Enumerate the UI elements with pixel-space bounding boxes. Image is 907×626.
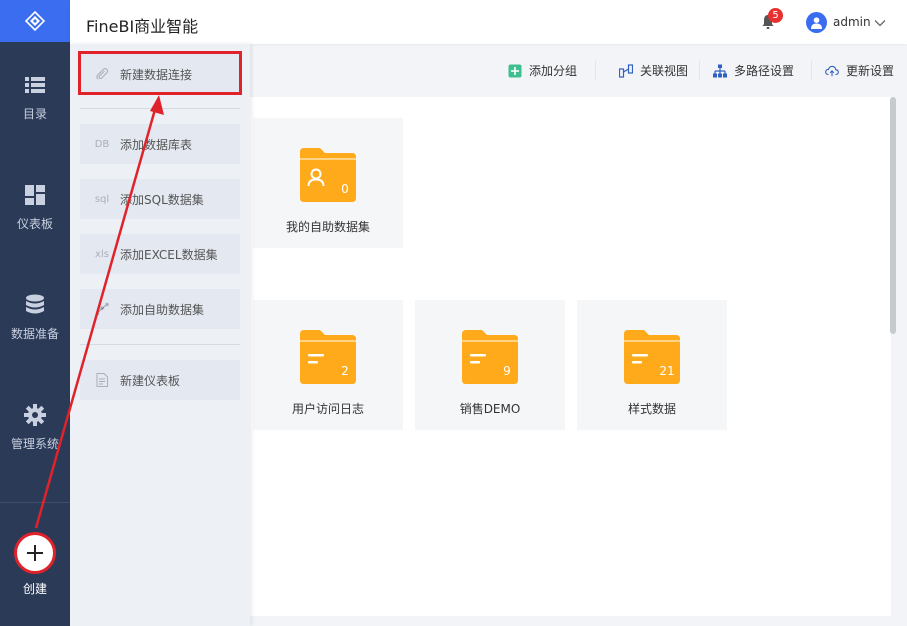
nav-item-admin[interactable]: 管理系统 — [0, 388, 70, 468]
toolbar-divider — [811, 60, 812, 80]
multipath-settings-label: 多路径设置 — [734, 64, 795, 78]
nav-item-dashboard[interactable]: 仪表板 — [0, 168, 70, 248]
folder-name: 样式数据 — [627, 402, 676, 416]
app-logo[interactable] — [0, 0, 70, 42]
folder-card-self-service[interactable]: 0 我的自助数据集 — [253, 118, 403, 248]
update-settings-button[interactable]: 更新设置 — [825, 62, 894, 79]
menu-item-new-dashboard[interactable]: 新建仪表板 — [80, 360, 240, 400]
self-service-icon — [92, 302, 112, 316]
relation-view-icon — [619, 63, 633, 78]
folder-icon: 9 — [462, 330, 518, 384]
sql-icon: sql — [94, 193, 110, 205]
menu-item-add-db-table[interactable]: DB 添加数据库表 — [80, 124, 240, 164]
nav-label-catalog: 目录 — [22, 107, 47, 121]
chevron-down-icon[interactable] — [874, 17, 886, 29]
nav-label-admin: 管理系统 — [10, 437, 59, 451]
multipath-settings-button[interactable]: 多路径设置 — [713, 62, 794, 79]
logo-icon — [24, 10, 46, 32]
highlight-box — [78, 51, 242, 95]
database-icon — [24, 294, 46, 316]
username[interactable]: admin — [833, 15, 871, 29]
toolbar-divider — [595, 60, 596, 80]
folder-card-access-log[interactable]: 2 用户访问日志 — [253, 300, 403, 430]
app-title: FineBI商业智能 — [86, 17, 199, 36]
folder-name: 销售DEMO — [459, 402, 521, 416]
add-group-label: 添加分组 — [529, 64, 578, 78]
folder-name: 用户访问日志 — [291, 402, 364, 416]
menu-item-add-sql-dataset[interactable]: sql 添加SQL数据集 — [80, 179, 240, 219]
scrollbar[interactable] — [890, 97, 896, 334]
update-settings-label: 更新设置 — [846, 64, 895, 78]
nav-label-data-prep: 数据准备 — [10, 327, 59, 341]
xls-icon: xls — [95, 248, 109, 260]
folder-count: 21 — [659, 364, 674, 378]
menu-item-label: 添加EXCEL数据集 — [120, 247, 218, 262]
dashboard-icon — [24, 184, 46, 206]
menu-item-add-excel-dataset[interactable]: xls 添加EXCEL数据集 — [80, 234, 240, 274]
document-icon — [92, 373, 112, 387]
folder-icon: 21 — [624, 330, 680, 384]
nav-item-catalog[interactable]: 目录 — [0, 58, 70, 138]
menu-item-label: 新建仪表板 — [120, 373, 181, 388]
folder-grid: 0 我的自助数据集 2 用户访问日志 9 销售DEMO 21 样式数据 — [250, 97, 891, 616]
menu-item-label: 添加数据库表 — [120, 137, 193, 152]
menu-item-label: 添加SQL数据集 — [120, 192, 204, 207]
gear-icon — [24, 404, 46, 426]
toolbar: 添加分组 关联视图 多路径设置 更新设置 — [250, 54, 907, 86]
add-group-icon — [508, 64, 522, 77]
left-nav: 目录 仪表板 数据准备 管理系统 创建 — [0, 0, 70, 626]
folder-name: 我的自助数据集 — [285, 220, 370, 234]
nav-item-data-prep[interactable]: 数据准备 — [0, 278, 70, 358]
nav-label-dashboard: 仪表板 — [16, 217, 53, 231]
relation-view-button[interactable]: 关联视图 — [619, 62, 688, 79]
folder-count: 0 — [341, 182, 349, 196]
add-group-button[interactable]: 添加分组 — [508, 62, 577, 79]
user-icon — [811, 17, 822, 29]
folder-count: 2 — [341, 364, 349, 378]
menu-item-label: 添加自助数据集 — [120, 302, 205, 317]
notification-badge: 5 — [768, 8, 783, 23]
top-header: FineBI商业智能 5 admin — [70, 0, 907, 44]
create-circle[interactable] — [14, 532, 56, 574]
nav-divider — [0, 502, 70, 503]
cloud-upload-icon — [825, 65, 839, 76]
create-menu-panel: 新建数据连接 DB 添加数据库表 sql 添加SQL数据集 xls 添加EXCE… — [70, 44, 250, 626]
avatar[interactable] — [806, 12, 827, 33]
folder-card-sales-demo[interactable]: 9 销售DEMO — [415, 300, 565, 430]
plus-icon — [27, 545, 43, 561]
hierarchy-icon — [713, 64, 727, 77]
menu-divider — [80, 108, 240, 109]
create-button[interactable]: 创建 — [0, 532, 70, 612]
menu-divider — [80, 344, 240, 345]
folder-icon: 2 — [300, 330, 356, 384]
db-icon: DB — [94, 138, 110, 150]
toolbar-divider — [699, 60, 700, 80]
relation-view-label: 关联视图 — [640, 64, 689, 78]
create-label: 创建 — [22, 582, 47, 596]
menu-item-add-self-service[interactable]: 添加自助数据集 — [80, 289, 240, 329]
folder-user-icon: 0 — [300, 148, 356, 202]
folder-count: 9 — [503, 364, 511, 378]
folder-card-style-data[interactable]: 21 样式数据 — [577, 300, 727, 430]
list-icon — [24, 74, 46, 96]
